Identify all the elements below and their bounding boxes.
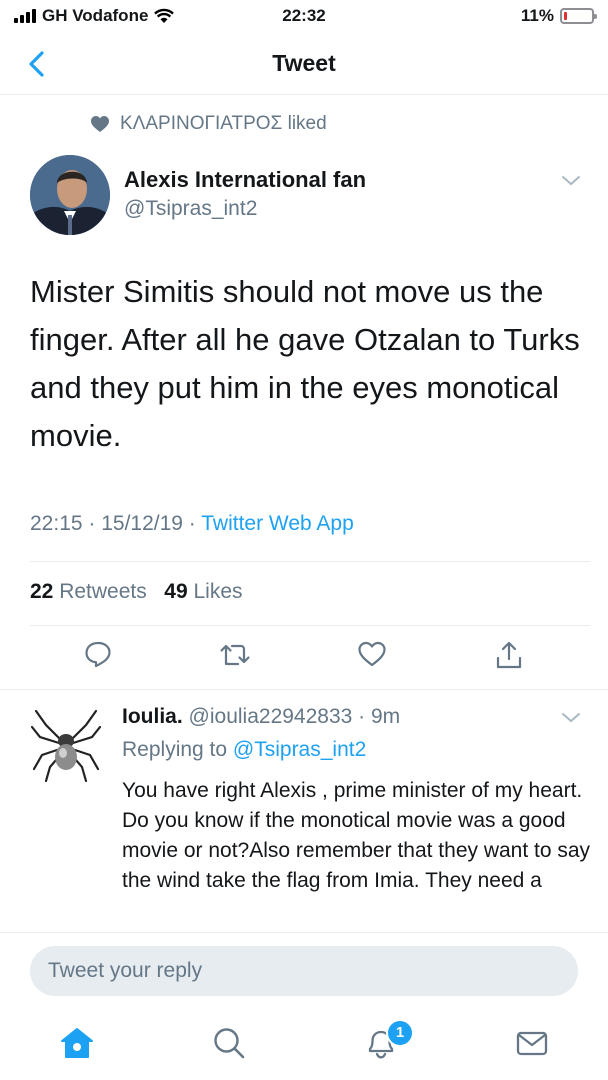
reply-avatar[interactable] [30,703,102,783]
replying-to: Replying to @Tsipras_int2 [122,738,367,761]
liked-label: liked [287,113,327,134]
divider [0,689,608,690]
clock: 22:32 [282,6,326,25]
retweet-icon[interactable] [219,640,251,668]
tweet-actions [0,640,608,680]
divider [30,625,590,626]
tweet-text: Mister Simitis should not move us the fi… [30,274,580,453]
spider-avatar-image [30,709,102,783]
retweets-stat[interactable]: 22 Retweets [30,580,147,603]
reply-text: You have right Alexis , prime minister o… [122,779,591,892]
reply-input[interactable]: Tweet your reply [30,946,578,996]
likes-stat[interactable]: 49 Likes [164,580,242,603]
replying-to-link[interactable]: @Tsipras_int2 [233,738,366,761]
author-handle[interactable]: @Tsipras_int2 [124,197,257,221]
social-context[interactable]: ΚΛΑΡΙΝΟΓΙΑΤΡΟΣ liked [90,113,327,135]
search-icon[interactable] [212,1026,246,1060]
reply-icon[interactable] [84,640,112,668]
share-icon[interactable] [495,640,523,670]
tweet-source-link[interactable]: Twitter Web App [201,512,354,535]
reply-handle-time: @ioulia22942833 · 9m [188,705,401,728]
notifications-badge: 1 [386,1019,414,1047]
liker-name: ΚΛΑΡΙΝΟΓΙΑΤΡΟΣ [120,113,283,134]
battery-percent: 11% [520,6,554,25]
chevron-down-icon[interactable] [560,711,582,725]
like-icon[interactable] [357,640,387,668]
timestamp: 22:15 · 15/12/19 · [30,512,202,535]
messages-icon[interactable] [515,1026,549,1060]
reply-header: Ioulia. @ioulia22942833 · 9m [122,705,400,729]
battery-icon [560,8,597,24]
tab-bar [0,1012,608,1080]
divider [30,561,590,562]
avatar-image [30,155,110,235]
tweet-meta: 22:15 · 15/12/19 · Twitter Web App [30,512,354,536]
author-avatar[interactable] [30,155,110,235]
reply-author-name[interactable]: Ioulia. [122,705,183,728]
heart-filled-icon [91,116,109,132]
nav-bar: Tweet [0,34,608,95]
status-bar: GH Vodafone 22:32 11% [0,0,608,34]
reply-placeholder: Tweet your reply [48,959,203,982]
chevron-down-icon[interactable] [560,174,582,188]
page-title: Tweet [272,50,336,76]
home-icon[interactable] [60,1026,94,1060]
tweet-stats: 22 Retweets 49 Likes [30,580,243,604]
reply-composer: Tweet your reply [0,932,608,1013]
battery-info: 11% [520,6,597,26]
author-name[interactable]: Alexis International fan [124,167,366,193]
